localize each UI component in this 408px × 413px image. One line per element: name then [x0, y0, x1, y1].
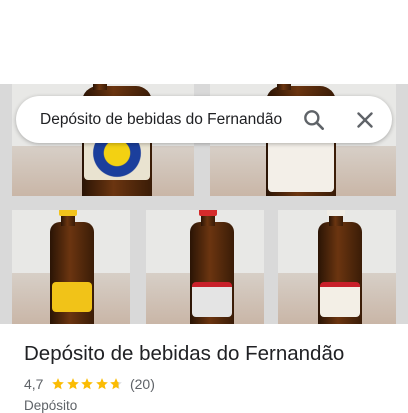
- review-count[interactable]: (20): [130, 376, 155, 392]
- close-icon[interactable]: [352, 107, 378, 133]
- photo-tile-5[interactable]: [278, 210, 396, 324]
- search-bar[interactable]: Depósito de bebidas do Fernandão: [16, 96, 392, 143]
- bottle-image: [190, 210, 234, 324]
- search-input[interactable]: Depósito de bebidas do Fernandão: [40, 96, 290, 143]
- star-icon: [52, 378, 65, 390]
- rating-row[interactable]: 4,7 (20): [24, 376, 155, 392]
- star-icon: [96, 378, 108, 390]
- place-category: Depósito: [24, 398, 78, 413]
- photo-tile-3[interactable]: [12, 210, 130, 324]
- star-rating: [51, 377, 124, 391]
- photo-tile-4[interactable]: [146, 210, 264, 324]
- place-title: Depósito de bebidas do Fernandão: [24, 342, 345, 365]
- rating-value: 4,7: [24, 376, 44, 392]
- search-icon[interactable]: [301, 107, 327, 133]
- bottle-image: [50, 210, 94, 324]
- bottle-image: [318, 210, 362, 324]
- star-icon: [67, 378, 79, 390]
- star-icon: [81, 378, 94, 390]
- star-icon: [110, 378, 123, 390]
